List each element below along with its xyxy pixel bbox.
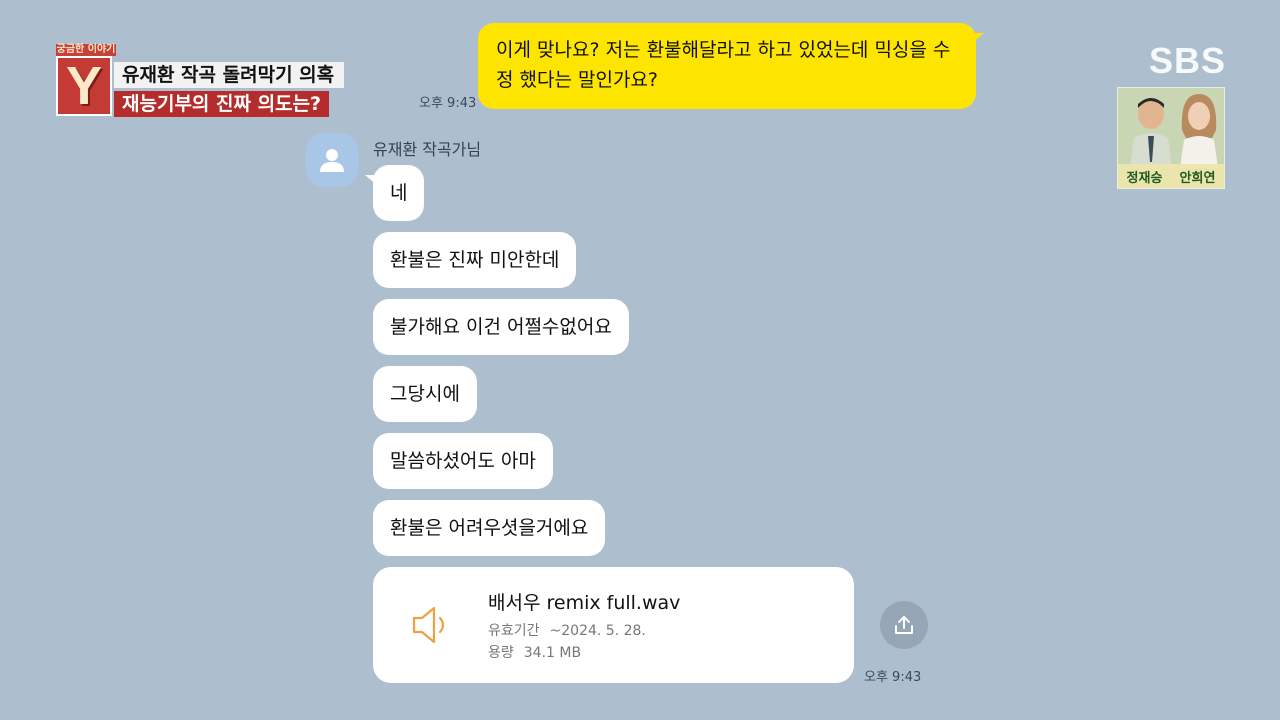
program-logo-letter: Y: [65, 56, 103, 116]
received-message-bubble[interactable]: 환불은 어려우셧을거에요: [373, 500, 606, 556]
received-message-text: 환불은 어려우셧을거에요: [390, 517, 589, 539]
sender-avatar[interactable]: [305, 133, 359, 187]
person-icon: [320, 149, 344, 172]
received-message-bubble[interactable]: 네: [364, 165, 425, 221]
file-name: 배서우 remix full.wav: [488, 592, 681, 614]
received-message-bubble[interactable]: 말씀하셨어도 아마: [373, 433, 553, 489]
sent-message-text: 이게 맞나요? 저는 환불해달라고 하고 있었는데 믹싱을 수정 했다는 말인가…: [496, 39, 951, 91]
program-logo: Y: [56, 56, 112, 116]
share-button[interactable]: [880, 601, 928, 649]
file-size-label: 용량: [488, 645, 514, 661]
received-message-text: 그당시에: [390, 383, 460, 405]
received-message-bubble[interactable]: 불가해요 이건 어쩔수없어요: [373, 299, 629, 355]
broadcaster-logo: SBS: [1148, 40, 1226, 81]
file-validity-value: ~2024. 5. 28.: [549, 623, 646, 639]
program-logo-subtitle: 궁금한 이야기: [56, 44, 116, 56]
received-message-text: 환불은 진짜 미안한데: [390, 249, 560, 271]
caption-headline: 유재환 작곡 돌려막기 의혹: [114, 62, 345, 88]
sent-message-bubble[interactable]: 이게 맞나요? 저는 환불해달라고 하고 있었는데 믹싱을 수정 했다는 말인가…: [478, 23, 984, 109]
received-message-time: 오후 9:43: [864, 670, 922, 685]
received-message-bubble[interactable]: 그당시에: [373, 366, 477, 422]
host-name: 안희연: [1179, 170, 1216, 186]
file-size-value: 34.1 MB: [523, 645, 582, 661]
received-message-text: 말씀하셨어도 아마: [390, 450, 536, 472]
received-message-bubble[interactable]: 환불은 진짜 미안한데: [373, 232, 577, 288]
speaker-icon: [412, 606, 445, 644]
share-icon: [895, 616, 913, 634]
file-meta: 유효기간 ~2024. 5. 28. 용량 34.1 MB: [488, 620, 656, 664]
host-name: 정재승: [1126, 170, 1163, 186]
received-message-text: 네: [390, 182, 408, 204]
sender-name: 유재환 작곡가님: [373, 140, 482, 159]
file-validity-label: 유효기간: [488, 623, 540, 639]
host-names: 정재승 안희연: [1118, 164, 1224, 188]
hosts-thumbnail: 정재승 안희연: [1117, 87, 1225, 189]
caption-subheadline: 재능기부의 진짜 의도는?: [114, 91, 330, 117]
host-figure-icon: [1180, 94, 1218, 168]
received-message-text: 불가해요 이건 어쩔수없어요: [390, 316, 612, 338]
host-figure-icon: [1130, 98, 1172, 168]
sent-message-time: 오후 9:43: [419, 96, 477, 111]
